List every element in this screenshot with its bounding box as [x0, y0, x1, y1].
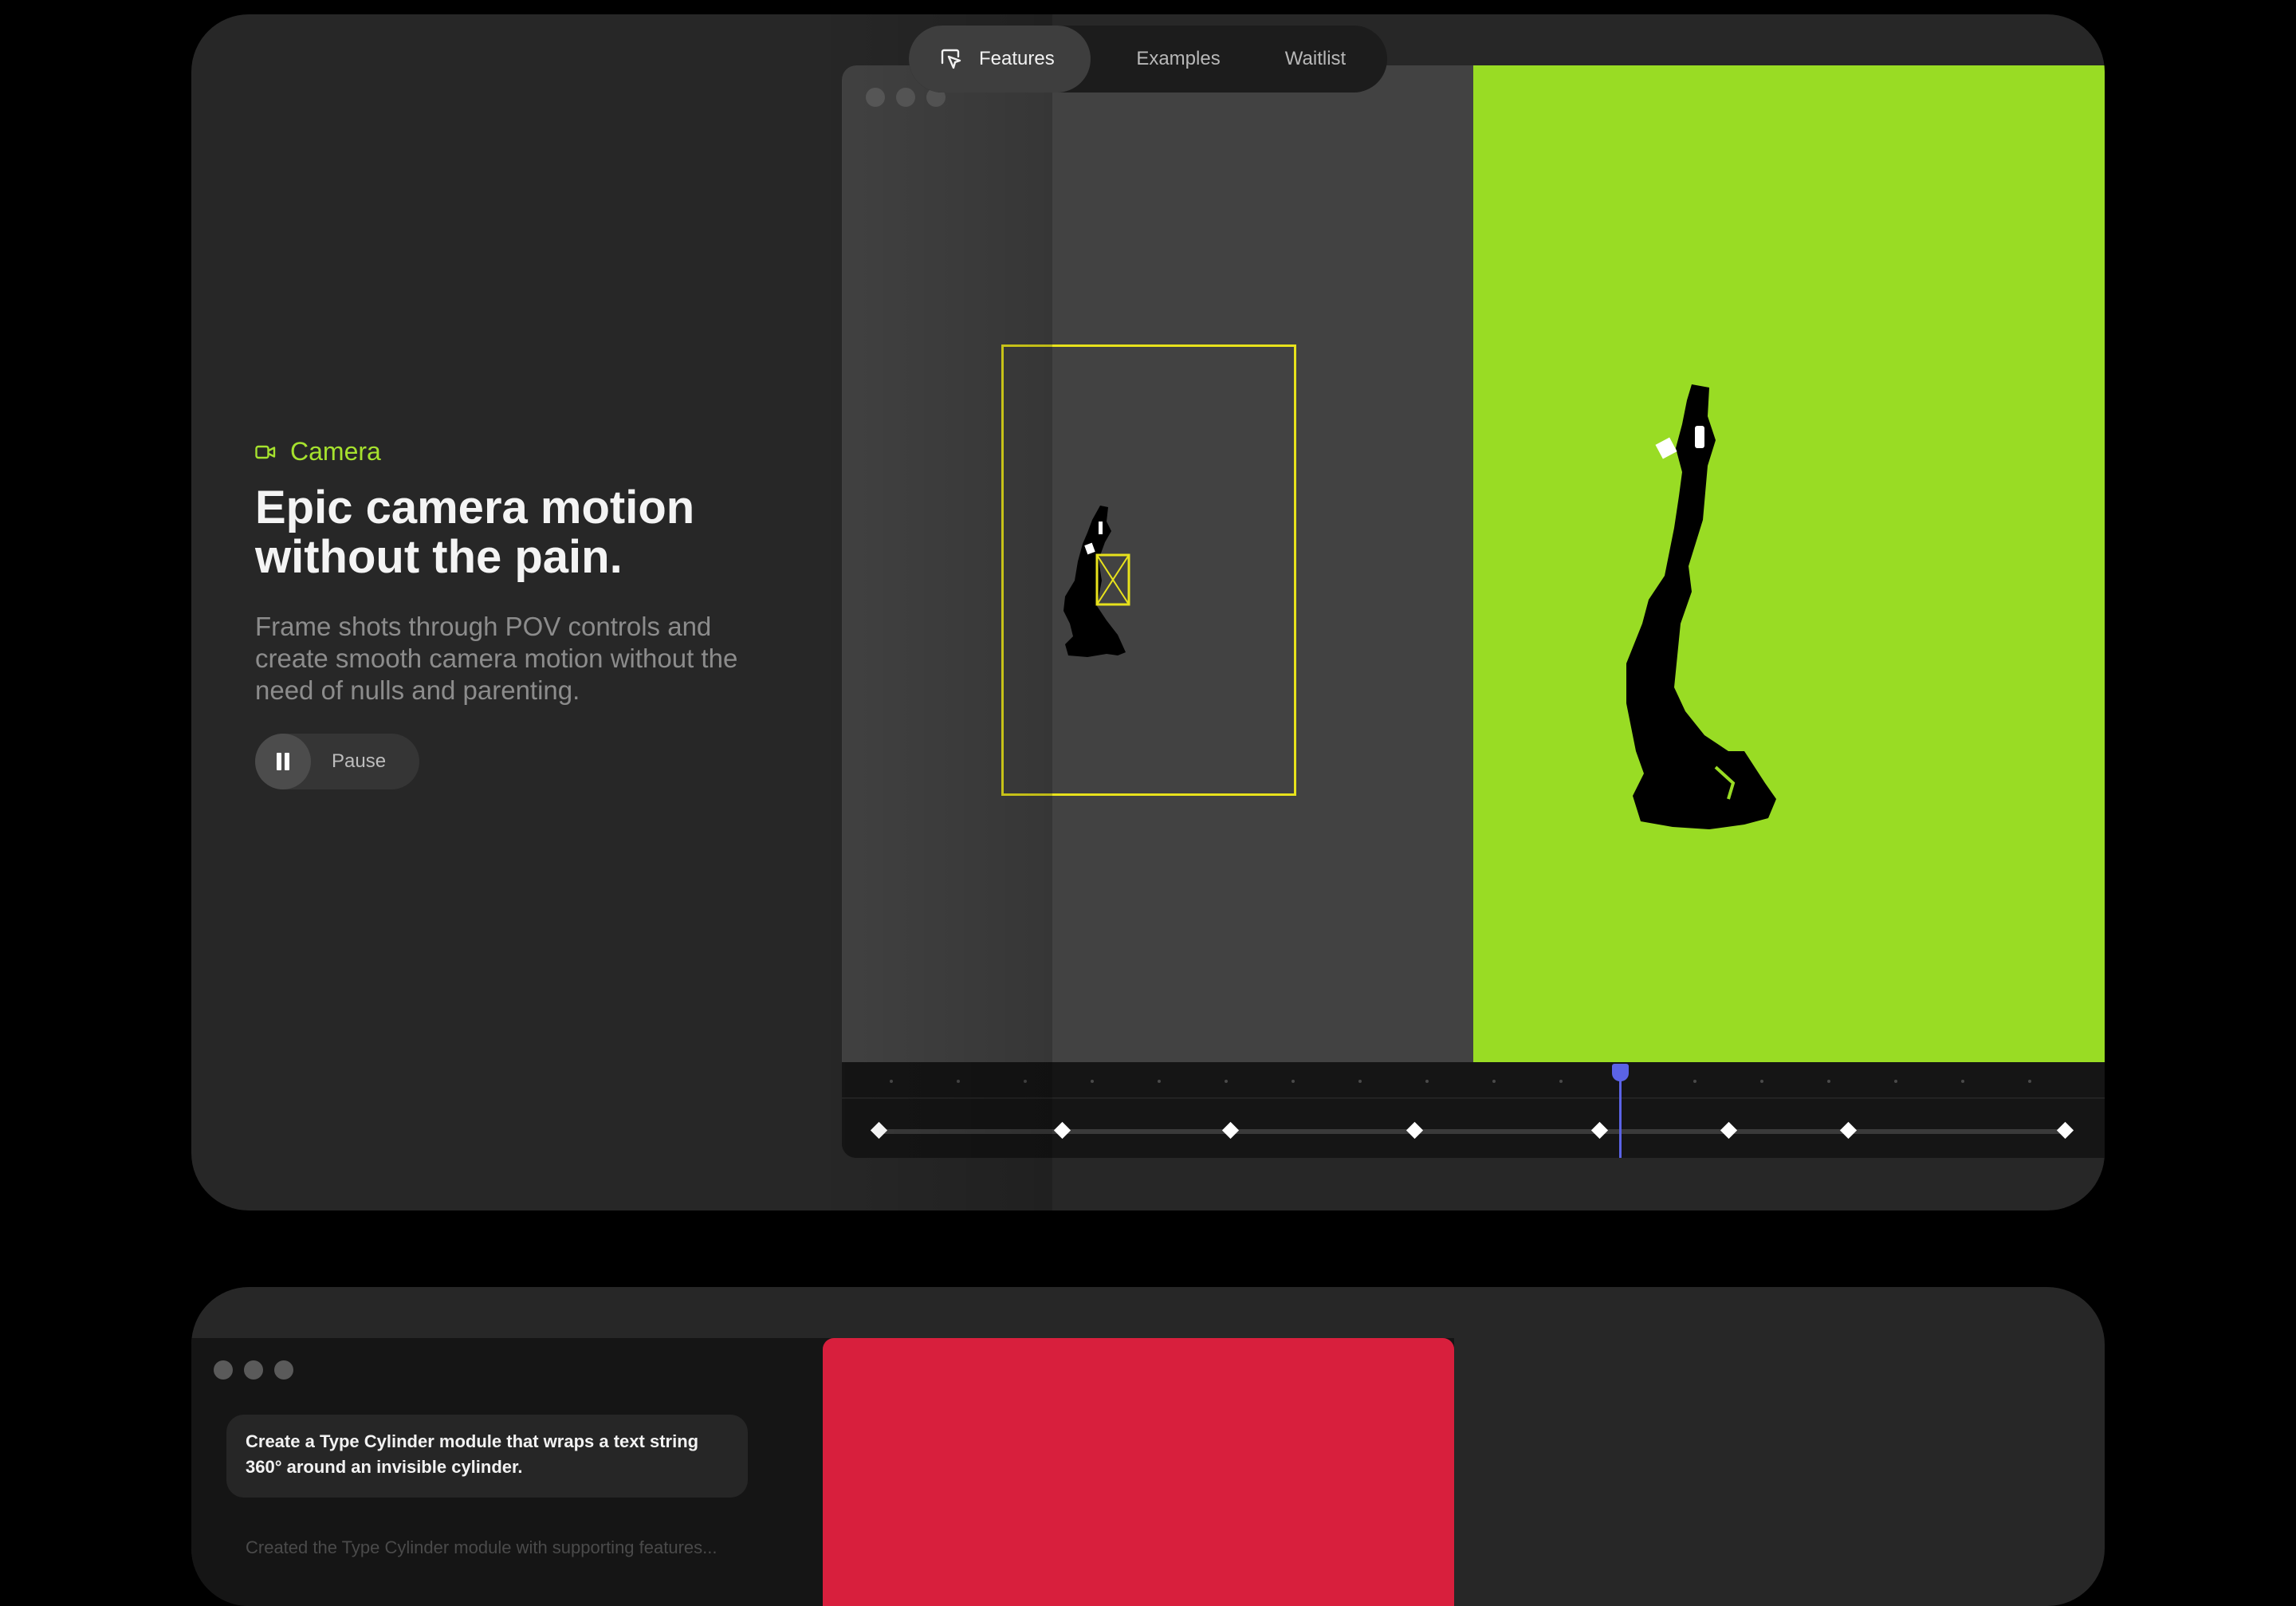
- nav-features-label: Features: [979, 48, 1055, 69]
- keyframe-diamond[interactable]: [1590, 1121, 1609, 1140]
- timeline-tick: [1760, 1080, 1763, 1083]
- timeline-tick: [1961, 1080, 1964, 1083]
- keyframe-diamond[interactable]: [870, 1121, 888, 1140]
- nav-waitlist-tab[interactable]: Waitlist: [1260, 26, 1371, 93]
- window-close-dot[interactable]: [214, 1360, 233, 1380]
- app-window: [842, 65, 2105, 1158]
- timeline-tick: [1425, 1080, 1429, 1083]
- timeline-tick: [890, 1080, 893, 1083]
- camera-frame[interactable]: [1001, 344, 1296, 796]
- window-minimize-dot[interactable]: [896, 88, 915, 107]
- timeline-tick: [1827, 1080, 1830, 1083]
- window-close-dot[interactable]: [866, 88, 885, 107]
- window-minimize-dot[interactable]: [244, 1360, 263, 1380]
- timeline-tick: [1358, 1080, 1362, 1083]
- keyframe-diamond[interactable]: [1053, 1121, 1071, 1140]
- pause-icon-bar: [277, 753, 281, 770]
- timeline-tick: [957, 1080, 960, 1083]
- timeline-tick: [1158, 1080, 1161, 1083]
- chat-response-text: Created the Type Cylinder module with su…: [246, 1537, 718, 1557]
- pause-icon: [255, 734, 311, 789]
- pause-icon-bar: [285, 753, 289, 770]
- feature-eyebrow-label: Camera: [290, 437, 381, 466]
- playhead-line[interactable]: [1619, 1069, 1622, 1158]
- app-window-2: Create a Type Cylinder module that wraps…: [191, 1338, 1454, 1606]
- timeline-tick: [1225, 1080, 1228, 1083]
- nav-features-tab[interactable]: Features: [909, 26, 1091, 93]
- window-maximize-dot[interactable]: [274, 1360, 293, 1380]
- video-camera-icon: [255, 445, 276, 459]
- timeline-tick: [1292, 1080, 1295, 1083]
- pause-button[interactable]: Pause: [255, 734, 419, 789]
- feature-description: Frame shots through POV controls and cre…: [255, 612, 738, 705]
- preview-viewport: [1473, 65, 2105, 1062]
- pause-button-label: Pause: [332, 750, 387, 772]
- keyframe-diamond[interactable]: [1720, 1121, 1738, 1140]
- feature-card-type: Create a Type Cylinder module that wraps…: [191, 1287, 2105, 1606]
- timeline-tick: [1492, 1080, 1496, 1083]
- figure-silhouette-large: [1626, 384, 1776, 829]
- keyframe-diamond[interactable]: [1839, 1121, 1858, 1140]
- keyframe-diamond[interactable]: [2056, 1121, 2074, 1140]
- keyframe-diamond[interactable]: [1221, 1121, 1240, 1140]
- timeline-tick: [2028, 1080, 2031, 1083]
- timeline-tick: [1894, 1080, 1897, 1083]
- timeline-tick: [1091, 1080, 1094, 1083]
- playhead-handle[interactable]: [1612, 1064, 1629, 1081]
- timeline-tick: [1559, 1080, 1563, 1083]
- chat-prompt-bubble: Create a Type Cylinder module that wraps…: [226, 1415, 748, 1498]
- keyframe-diamond[interactable]: [1406, 1121, 1424, 1140]
- nav-examples-tab[interactable]: Examples: [1115, 26, 1242, 93]
- timeline[interactable]: [842, 1062, 2105, 1158]
- cursor-select-icon: [941, 49, 961, 69]
- feature-card-camera: Camera Epic camera motion without the pa…: [191, 14, 2105, 1210]
- figure-silhouette-small: [1063, 506, 1130, 657]
- feature-headline: Epic camera motion without the pain.: [255, 482, 695, 583]
- top-nav: Features Examples Waitlist: [909, 26, 1387, 93]
- timeline-ruler-divider: [842, 1097, 2105, 1099]
- camera-viewport[interactable]: [842, 65, 1473, 1062]
- preview-panel-red: [823, 1338, 1454, 1606]
- timeline-tick: [1024, 1080, 1027, 1083]
- timeline-tick: [1693, 1080, 1696, 1083]
